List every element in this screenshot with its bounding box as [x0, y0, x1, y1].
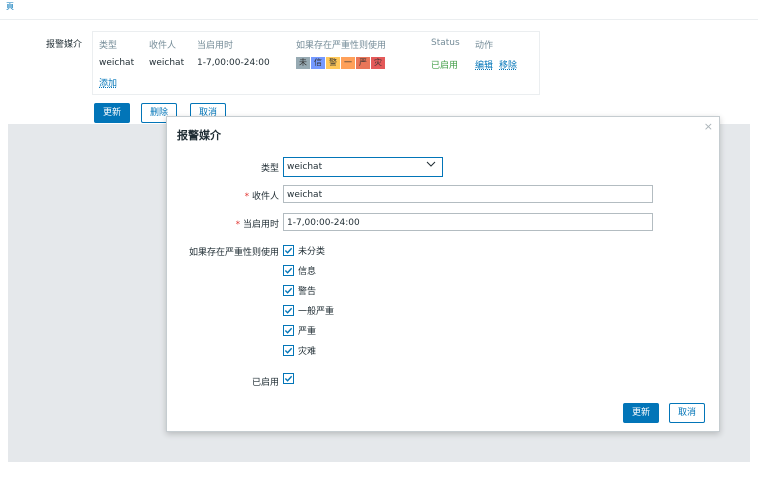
checkbox-checked-icon	[283, 245, 294, 256]
dialog-cancel-button[interactable]: 取消	[669, 403, 706, 423]
severity-option-label: 严重	[298, 327, 317, 337]
col-recipient: 收件人	[149, 41, 177, 51]
col-when-active: 当启用时	[197, 41, 234, 51]
enabled-label: 已启用	[251, 378, 279, 388]
top-link[interactable]: 頁	[6, 1, 14, 12]
chevron-down-icon	[426, 158, 436, 176]
media-dialog: 报警媒介 × 类型 weichat * 收件人 weichat * 当启用时 1…	[166, 116, 720, 432]
recipient-input[interactable]: weichat	[283, 185, 653, 203]
type-select-value: weichat	[287, 162, 323, 172]
media-form: 报警媒介 类型 收件人 当启用时 如果存在严重性则使用 Status 动作 we…	[0, 20, 758, 124]
when-active-input[interactable]: 1-7,00:00-24:00	[283, 213, 653, 231]
dialog-update-button[interactable]: 更新	[623, 403, 660, 423]
col-action: 动作	[475, 41, 494, 51]
severity-badge-average: 一	[341, 57, 355, 69]
close-icon[interactable]: ×	[704, 120, 713, 133]
edit-link[interactable]: 编辑	[475, 58, 493, 71]
severity-average-checkbox[interactable]: 一般严重	[283, 304, 334, 317]
row-type: weichat	[99, 58, 135, 68]
add-media-link[interactable]: 添加	[99, 76, 117, 89]
severity-high-checkbox[interactable]: 严重	[283, 324, 316, 337]
enabled-checkbox[interactable]	[283, 373, 294, 384]
col-type: 类型	[99, 41, 118, 51]
severity-option-label: 未分类	[298, 247, 326, 257]
severity-option-label: 一般严重	[298, 307, 335, 317]
severity-badge-not-classified: 未	[296, 57, 310, 69]
col-severity: 如果存在严重性则使用	[296, 41, 387, 51]
severity-badge-disaster: 灾	[371, 57, 385, 69]
severity-option-label: 信息	[298, 267, 317, 277]
recipient-label: * 收件人	[244, 192, 279, 202]
row-recipient: weichat	[149, 58, 185, 68]
checkbox-checked-icon	[283, 305, 294, 316]
type-select[interactable]: weichat	[283, 157, 443, 177]
checkbox-checked-icon	[283, 285, 294, 296]
status-enabled-link[interactable]: 已启用	[431, 58, 458, 71]
dialog-title: 报警媒介	[177, 129, 221, 142]
media-table: 类型 收件人 当启用时 如果存在严重性则使用 Status 动作 weichat…	[92, 31, 540, 95]
checkbox-checked-icon	[283, 325, 294, 336]
col-status: Status	[431, 38, 460, 48]
severity-badge-high: 严	[356, 57, 370, 69]
severity-option-label: 灾难	[298, 347, 317, 357]
severity-not-classified-checkbox[interactable]: 未分类	[283, 244, 325, 257]
checkbox-checked-icon	[283, 345, 294, 356]
severity-disaster-checkbox[interactable]: 灾难	[283, 344, 316, 357]
remove-link[interactable]: 移除	[499, 58, 517, 71]
severity-warning-checkbox[interactable]: 警告	[283, 284, 316, 297]
type-label: 类型	[260, 164, 279, 174]
severity-information-checkbox[interactable]: 信息	[283, 264, 316, 277]
row-when-active: 1-7,00:00-24:00	[197, 58, 270, 68]
checkbox-checked-icon	[283, 373, 294, 384]
severity-label: 如果存在严重性则使用	[188, 248, 279, 258]
severity-badge-information: 信	[311, 57, 325, 69]
severity-badge-warning: 警	[326, 57, 340, 69]
checkbox-checked-icon	[283, 265, 294, 276]
media-section-label: 报警媒介	[46, 40, 83, 50]
severity-badges: 未 信 警 一 严 灾	[296, 57, 385, 69]
when-active-label: * 当启用时	[235, 220, 279, 230]
update-button[interactable]: 更新	[94, 103, 131, 123]
severity-option-label: 警告	[298, 287, 317, 297]
